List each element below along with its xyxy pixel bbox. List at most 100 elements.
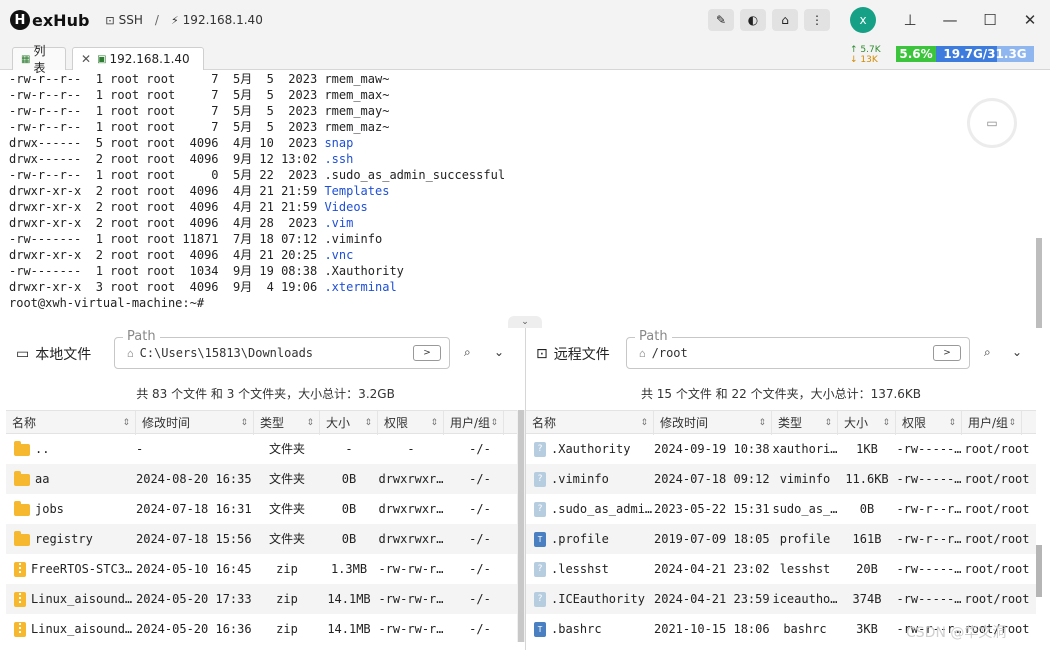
sort-icon[interactable]: ⇕ <box>122 411 130 435</box>
terminal-filename: .ssh <box>324 152 353 166</box>
table-row[interactable]: ..-文件夹---/- <box>6 434 525 464</box>
cell-value: 374B <box>853 592 882 606</box>
cell-owner: -/- <box>444 584 516 614</box>
search-icon[interactable]: ⌕ <box>464 345 471 360</box>
cell-perm: -rw-r--r… <box>896 494 962 524</box>
local-path-input[interactable]: Path ⌂C:\Users\15813\Downloads > <box>114 337 450 369</box>
sort-icon[interactable]: ⇕ <box>824 411 832 435</box>
cell-value: registry <box>35 532 93 546</box>
sort-icon[interactable]: ⇕ <box>1008 411 1016 435</box>
column-header[interactable]: 名称⇕ <box>526 411 654 435</box>
terminal-line-prefix: -rw------- 1 root root 11871 7月 18 07:12 <box>9 232 324 246</box>
sort-icon[interactable]: ⇕ <box>364 411 372 435</box>
terminal-line: -rw-r--r-- 1 root root 0 5月 22 2023 .sud… <box>6 167 1036 183</box>
sort-icon[interactable]: ⇕ <box>640 411 648 435</box>
cell-value: .profile <box>551 532 609 546</box>
cell-time: 2019-07-09 18:05 <box>654 524 772 554</box>
table-row[interactable]: ?.ICEauthority2024-04-21 23:59iceautho…3… <box>526 584 1036 614</box>
terminal-filename: rmem_max~ <box>324 88 389 102</box>
column-header[interactable]: 用户/组⇕ <box>444 411 504 435</box>
breadcrumb-protocol[interactable]: SSH <box>119 13 143 27</box>
cell-time: 2024-08-20 16:35 <box>136 464 254 494</box>
avatar[interactable]: x <box>850 7 876 33</box>
maximize-button[interactable]: ☐ <box>970 0 1010 40</box>
column-header-label: 用户/组 <box>450 416 490 430</box>
text-file-icon: T <box>534 532 546 547</box>
cell-value: -rw-rw-r… <box>378 562 443 576</box>
cell-value: -/- <box>469 472 491 486</box>
path-go-button[interactable]: > <box>413 345 441 361</box>
remote-path-value: /root <box>652 346 688 360</box>
table-row[interactable]: jobs2024-07-18 16:31文件夹0Bdrwxrwxr…-/- <box>6 494 525 524</box>
table-row[interactable]: ?.lesshst2024-04-21 23:02lesshst20B-rw--… <box>526 554 1036 584</box>
terminal-scrollbar[interactable] <box>1036 238 1042 328</box>
column-header[interactable]: 大小⇕ <box>320 411 378 435</box>
cell-perm: -rw-----… <box>896 434 962 464</box>
column-header[interactable]: 名称⇕ <box>6 411 136 435</box>
cell-owner: root/root <box>962 524 1032 554</box>
local-scrollbar[interactable] <box>517 410 525 642</box>
remote-scrollbar[interactable] <box>1036 545 1042 597</box>
more-icon[interactable]: ⋮ <box>804 9 830 31</box>
table-row[interactable]: ?.viminfo2024-07-18 09:12viminfo11.6KB-r… <box>526 464 1036 494</box>
sort-icon[interactable]: ⇕ <box>306 411 314 435</box>
column-header[interactable]: 权限⇕ <box>896 411 962 435</box>
table-row[interactable]: Linux_aisound…2024-05-20 17:33zip14.1MB-… <box>6 584 525 614</box>
table-row[interactable]: Linux_aisound…2024-05-20 16:36zip14.1MB-… <box>6 614 525 644</box>
column-header[interactable]: 大小⇕ <box>838 411 896 435</box>
chevron-down-icon[interactable]: ⌄ <box>1012 345 1022 359</box>
edit-icon[interactable]: ✎ <box>708 9 734 31</box>
cell-perm: drwxrwxr… <box>378 494 444 524</box>
table-row[interactable]: aa2024-08-20 16:35文件夹0Bdrwxrwxr…-/- <box>6 464 525 494</box>
terminal-line-prefix: -rw------- 1 root root 1034 9月 19 08:38 <box>9 264 324 278</box>
folder-sync-button[interactable]: ▭ <box>970 101 1014 145</box>
table-row[interactable]: T.profile2019-07-09 18:05profile161B-rw-… <box>526 524 1036 554</box>
sort-icon[interactable]: ⇕ <box>758 411 766 435</box>
table-row[interactable]: FreeRTOS-STC3…2024-05-10 16:45zip1.3MB-r… <box>6 554 525 584</box>
column-header[interactable]: 类型⇕ <box>254 411 320 435</box>
close-tab-icon[interactable]: ✕ <box>81 52 91 66</box>
pin-icon[interactable]: ⊥ <box>890 0 930 40</box>
sort-icon[interactable]: ⇕ <box>882 411 890 435</box>
sort-icon[interactable]: ⇕ <box>430 411 438 435</box>
terminal-filename: .vim <box>324 216 353 230</box>
breadcrumb-host[interactable]: 192.168.1.40 <box>183 13 263 27</box>
remote-path-input[interactable]: Path ⌂/root > <box>626 337 970 369</box>
cell-time: 2024-07-18 16:31 <box>136 494 254 524</box>
cell-value: zip <box>276 622 298 636</box>
tab-session[interactable]: ✕ ▣ 192.168.1.40 <box>72 47 204 70</box>
table-row[interactable]: ?.sudo_as_admi…2023-05-22 15:31sudo_as_…… <box>526 494 1036 524</box>
search-icon[interactable]: ⌕ <box>984 345 991 360</box>
cell-size: - <box>320 434 378 464</box>
path-go-button[interactable]: > <box>933 345 961 361</box>
table-row[interactable]: ?.Xauthority2024-09-19 10:38xauthori…1KB… <box>526 434 1036 464</box>
column-header[interactable]: 用户/组⇕ <box>962 411 1022 435</box>
cell-value: 2024-07-18 15:56 <box>136 532 252 546</box>
close-button[interactable]: ✕ <box>1010 0 1050 40</box>
table-row[interactable]: registry2024-07-18 15:56文件夹0Bdrwxrwxr…-/… <box>6 524 525 554</box>
cell-size: 14.1MB <box>320 584 378 614</box>
terminal-line: drwxr-xr-x 2 root root 4096 4月 28 2023 .… <box>6 215 1036 231</box>
terminal-output[interactable]: -rw-r--r-- 1 root root 7 5月 5 2023 rmem_… <box>6 71 1036 327</box>
minimize-button[interactable]: — <box>930 0 970 40</box>
tab-bar: ▦ 列表 ✕ ▣ 192.168.1.40 <box>0 40 1050 70</box>
sort-icon[interactable]: ⇕ <box>948 411 956 435</box>
cell-value: root/root <box>964 532 1029 546</box>
chevron-down-icon[interactable]: ⌄ <box>494 345 504 359</box>
column-header[interactable]: 权限⇕ <box>378 411 444 435</box>
sort-icon[interactable]: ⇕ <box>490 411 498 435</box>
cell-value: 文件夹 <box>269 472 305 486</box>
column-header[interactable]: 类型⇕ <box>772 411 838 435</box>
column-header[interactable]: 修改时间⇕ <box>654 411 772 435</box>
local-scrollbar-thumb[interactable] <box>518 410 524 642</box>
sort-icon[interactable]: ⇕ <box>240 411 248 435</box>
upload-speed: ↑ 5.7K <box>850 45 881 55</box>
column-header[interactable]: 修改时间⇕ <box>136 411 254 435</box>
collapse-terminal-button[interactable]: ⌄ <box>508 316 542 328</box>
cell-name: ?.sudo_as_admi… <box>534 494 654 524</box>
theme-icon[interactable]: ◐ <box>740 9 766 31</box>
tab-list[interactable]: ▦ 列表 <box>12 47 66 70</box>
home-icon[interactable]: ⌂ <box>772 9 798 31</box>
cell-owner: root/root <box>962 464 1032 494</box>
terminal-filename: Videos <box>324 200 367 214</box>
